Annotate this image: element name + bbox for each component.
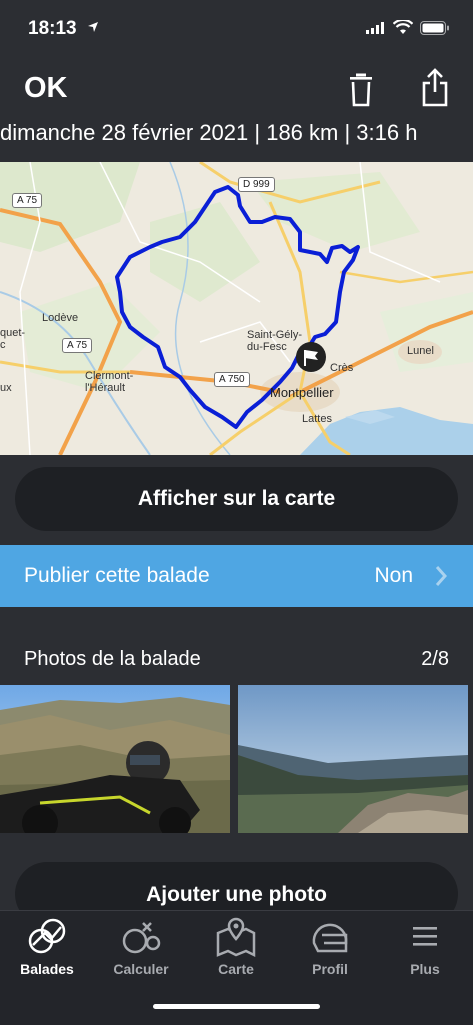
ride-photo[interactable] xyxy=(238,685,468,833)
add-photo-label: Ajouter une photo xyxy=(146,883,327,906)
tab-label: Calculer xyxy=(113,961,169,977)
place-label: Lunel xyxy=(407,345,434,357)
tab-profil[interactable]: Profil xyxy=(283,917,377,987)
route-map[interactable]: A 75 D 999 A 75 A 750 Lodève Saint-Gély-… xyxy=(0,162,473,455)
chevron-right-icon xyxy=(435,566,447,586)
ride-title: OK xyxy=(24,72,68,104)
wifi-icon xyxy=(393,20,413,34)
place-label: Lodève xyxy=(42,312,79,324)
road-label: A 75 xyxy=(12,193,43,208)
location-arrow-icon xyxy=(88,22,98,32)
show-on-map-label: Afficher sur la carte xyxy=(137,487,336,510)
tab-label: Profil xyxy=(312,961,348,977)
photos-title: Photos de la balade xyxy=(24,648,201,670)
home-indicator[interactable] xyxy=(153,1004,320,1009)
helmet-icon xyxy=(312,923,348,953)
road-label: A 750 xyxy=(214,372,250,387)
status-time: 18:13 xyxy=(28,18,77,39)
battery-icon xyxy=(420,21,449,35)
place-label: ux xyxy=(0,382,12,394)
photos-section-header: Photos de la balade 2/8 xyxy=(0,640,473,680)
share-icon[interactable] xyxy=(420,68,450,108)
place-label: quet- c xyxy=(0,327,26,351)
map-icon xyxy=(216,917,256,957)
publish-label: Publier cette balade xyxy=(24,564,210,587)
ride-summary: dimanche 28 février 2021 | 186 km | 3:16… xyxy=(0,120,418,145)
road-label: D 999 xyxy=(238,177,275,192)
tab-balades[interactable]: Balades xyxy=(0,917,94,987)
tab-label: Plus xyxy=(410,961,440,977)
ride-photo[interactable] xyxy=(0,685,230,833)
trash-icon[interactable] xyxy=(346,73,376,107)
photos-count: 2/8 xyxy=(421,648,449,670)
tab-label: Carte xyxy=(218,961,254,977)
place-label: Montpellier xyxy=(270,385,334,400)
cellular-signal-icon xyxy=(366,22,384,34)
place-label: Saint-Gély- du-Fesc xyxy=(247,329,303,353)
tab-plus[interactable]: Plus xyxy=(378,917,472,987)
publish-value: Non xyxy=(374,564,413,587)
place-label: Crès xyxy=(330,362,354,374)
tab-carte[interactable]: Carte xyxy=(189,917,283,987)
place-label: Clermont- l'Hérault xyxy=(85,370,134,394)
show-on-map-button[interactable]: Afficher sur la carte xyxy=(15,467,458,531)
road-label: A 75 xyxy=(62,338,93,353)
rides-icon xyxy=(28,918,66,954)
tab-calculer[interactable]: Calculer xyxy=(94,917,188,987)
tab-label: Balades xyxy=(20,961,74,977)
place-label: Lattes xyxy=(302,413,332,425)
publish-ride-row[interactable]: Publier cette balade Non xyxy=(0,545,473,607)
status-bar: 18:13 xyxy=(0,0,473,58)
calculate-route-icon xyxy=(122,922,161,954)
ride-header: OK dimanche 28 février 2021 | 186 km | 3… xyxy=(0,58,473,160)
menu-icon xyxy=(413,927,437,946)
